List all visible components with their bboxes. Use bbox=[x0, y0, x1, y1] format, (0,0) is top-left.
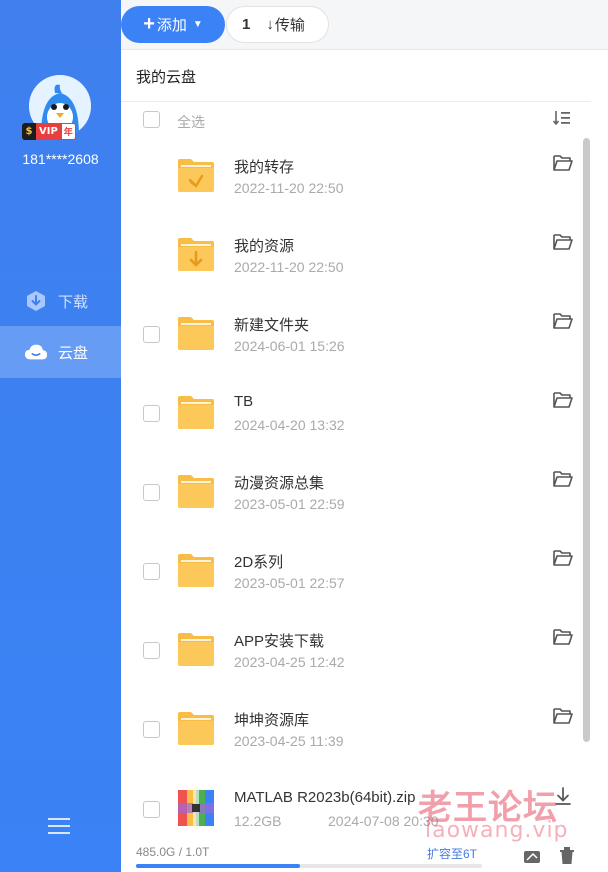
row-checkbox[interactable] bbox=[143, 326, 160, 343]
select-all-label: 全选 bbox=[177, 114, 205, 130]
transfer-count: 1 bbox=[242, 16, 251, 33]
trash-icon[interactable] bbox=[560, 847, 574, 865]
sort-icon[interactable] bbox=[552, 110, 571, 126]
file-row[interactable]: 2D系列 2023-05-01 22:57 bbox=[121, 533, 581, 612]
transfer-label: 传输 bbox=[274, 17, 305, 34]
file-row[interactable]: 我的资源 2022-11-20 22:50 bbox=[121, 217, 581, 296]
download-folder-icon bbox=[177, 235, 215, 273]
transfer-button[interactable]: 1 ↓ 传输 bbox=[226, 6, 329, 43]
file-date: 2022-11-20 22:50 bbox=[234, 180, 344, 196]
file-name: 我的转存 bbox=[234, 159, 295, 176]
vip-dollar-icon: $ bbox=[22, 123, 36, 140]
add-button-label: 添加 bbox=[156, 17, 187, 34]
file-name: APP安装下载 bbox=[234, 633, 325, 650]
open-folder-icon[interactable] bbox=[553, 154, 573, 172]
file-name: 新建文件夹 bbox=[234, 317, 310, 334]
open-folder-icon[interactable] bbox=[553, 628, 573, 646]
username: 181****2608 bbox=[22, 151, 99, 167]
plus-icon: + bbox=[143, 13, 155, 35]
watermark-url: laowang.vip bbox=[425, 818, 569, 843]
cleanup-icon[interactable] bbox=[523, 848, 541, 864]
folder-icon bbox=[177, 551, 215, 589]
file-size: 12.2GB bbox=[234, 813, 282, 829]
row-checkbox[interactable] bbox=[143, 721, 160, 738]
vip-label: VIP bbox=[36, 123, 61, 140]
transfer-arrow-icon: ↓ bbox=[266, 16, 274, 33]
file-name: MATLAB R2023b(64bit).zip bbox=[234, 789, 416, 806]
file-row[interactable]: 新建文件夹 2024-06-01 15:26 bbox=[121, 296, 581, 375]
file-row[interactable]: APP安装下载 2023-04-25 12:42 bbox=[121, 612, 581, 691]
hamburger-icon[interactable] bbox=[48, 817, 70, 835]
file-row[interactable]: 我的转存 2022-11-20 22:50 bbox=[121, 138, 581, 217]
file-date: 2022-11-20 22:50 bbox=[234, 259, 344, 275]
file-date: 2024-06-01 15:26 bbox=[234, 338, 345, 354]
row-checkbox[interactable] bbox=[143, 801, 160, 818]
storage-bar bbox=[136, 864, 482, 868]
open-folder-icon[interactable] bbox=[553, 391, 573, 409]
nav-cloud[interactable]: 云盘 bbox=[0, 326, 121, 378]
folder-icon bbox=[177, 472, 215, 510]
file-date: 2023-04-25 12:42 bbox=[234, 654, 345, 670]
sidebar: $ VIP 年 181****2608 下载 云盘 bbox=[0, 0, 121, 872]
zip-archive-icon bbox=[177, 789, 215, 827]
expand-storage-link[interactable]: 扩容至6T bbox=[427, 845, 477, 862]
download-icon bbox=[24, 289, 48, 313]
cloud-icon bbox=[24, 340, 48, 364]
row-checkbox[interactable] bbox=[143, 563, 160, 580]
file-row[interactable]: TB 2024-04-20 13:32 bbox=[121, 375, 581, 454]
open-folder-icon[interactable] bbox=[553, 470, 573, 488]
file-date: 2023-05-01 22:59 bbox=[234, 496, 345, 512]
folder-icon bbox=[177, 709, 215, 747]
row-checkbox[interactable] bbox=[143, 405, 160, 422]
caret-down-icon: ▼ bbox=[192, 19, 203, 30]
file-name: 我的资源 bbox=[234, 238, 295, 255]
add-button[interactable]: + 添加 ▼ bbox=[121, 6, 225, 43]
open-folder-icon[interactable] bbox=[553, 312, 573, 330]
select-all-checkbox[interactable] bbox=[143, 111, 160, 128]
open-folder-icon[interactable] bbox=[553, 707, 573, 725]
storage-quota: 485.0G / 1.0T bbox=[136, 845, 210, 859]
row-checkbox[interactable] bbox=[143, 484, 160, 501]
file-row[interactable]: 坤坤资源库 2023-04-25 11:39 bbox=[121, 691, 581, 770]
storage-bar-fill bbox=[136, 864, 300, 868]
nav-download[interactable]: 下载 bbox=[0, 275, 121, 327]
toolbar: + 添加 ▼ 1 ↓ 传输 bbox=[121, 0, 608, 50]
select-all-row: 全选 bbox=[121, 104, 581, 136]
open-folder-icon[interactable] bbox=[553, 549, 573, 567]
file-date: 2024-04-20 13:32 bbox=[234, 417, 345, 433]
nav-download-label: 下载 bbox=[58, 293, 89, 311]
file-name: 动漫资源总集 bbox=[234, 475, 325, 492]
transfer-folder-icon bbox=[177, 156, 215, 194]
folder-icon bbox=[177, 393, 215, 431]
file-date: 2023-04-25 11:39 bbox=[234, 733, 344, 749]
row-checkbox[interactable] bbox=[143, 642, 160, 659]
nav-cloud-label: 云盘 bbox=[58, 344, 89, 362]
file-row[interactable]: 动漫资源总集 2023-05-01 22:59 bbox=[121, 454, 581, 533]
file-name: TB bbox=[234, 393, 254, 410]
file-name: 坤坤资源库 bbox=[234, 712, 310, 729]
file-date: 2023-05-01 22:57 bbox=[234, 575, 345, 591]
vip-badge: $ VIP 年 bbox=[22, 123, 76, 140]
folder-icon bbox=[177, 630, 215, 668]
breadcrumb[interactable]: 我的云盘 bbox=[136, 66, 196, 87]
scrollbar[interactable] bbox=[583, 138, 590, 742]
vip-year-label: 年 bbox=[60, 123, 76, 140]
file-name: 2D系列 bbox=[234, 554, 284, 571]
folder-icon bbox=[177, 314, 215, 352]
open-folder-icon[interactable] bbox=[553, 233, 573, 251]
divider bbox=[121, 101, 591, 102]
